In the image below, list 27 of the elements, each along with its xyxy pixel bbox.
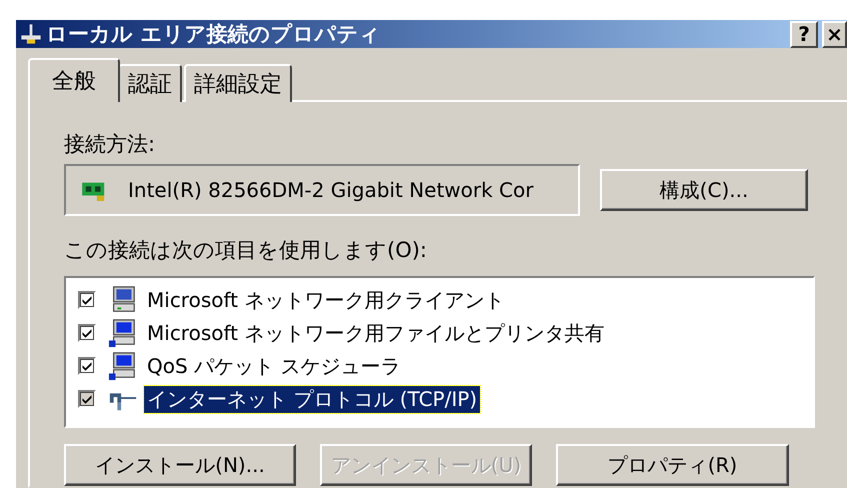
- computer-icon: [108, 318, 138, 348]
- checkbox[interactable]: [78, 291, 96, 309]
- configure-button[interactable]: 構成(C)...: [600, 169, 808, 211]
- checkbox[interactable]: [78, 390, 96, 408]
- list-item[interactable]: Microsoft ネットワーク用クライアント: [144, 286, 508, 314]
- list-item[interactable]: QoS パケット スケジューラ: [144, 352, 404, 380]
- dialog-button[interactable]: インストール(N)...: [64, 444, 296, 486]
- checkbox[interactable]: [78, 324, 96, 342]
- close-button[interactable]: ×: [822, 20, 847, 48]
- network-icon: [20, 23, 42, 45]
- computer-icon: [108, 351, 138, 381]
- tab[interactable]: 認証: [118, 64, 182, 102]
- check-icon: [81, 327, 93, 339]
- checkbox[interactable]: [78, 357, 96, 375]
- check-icon: [81, 294, 93, 306]
- help-button[interactable]: ?: [790, 20, 818, 48]
- adapter-name: Intel(R) 82566DM-2 Gigabit Network Cor: [128, 178, 534, 202]
- connect-using-label: 接続方法:: [64, 131, 156, 158]
- tab[interactable]: 全般: [28, 58, 120, 102]
- list-item[interactable]: Microsoft ネットワーク用ファイルとプリンタ共有: [144, 320, 608, 346]
- components-label: この接続は次の項目を使用します(O):: [64, 237, 427, 264]
- check-icon: [81, 360, 93, 372]
- window-title: ローカル エリア接続のプロパティ: [46, 21, 382, 48]
- dialog-button[interactable]: プロパティ(R): [556, 444, 789, 486]
- list-item[interactable]: インターネット プロトコル (TCP/IP): [144, 386, 480, 412]
- tab[interactable]: 詳細設定: [184, 64, 292, 102]
- check-icon: [81, 393, 93, 405]
